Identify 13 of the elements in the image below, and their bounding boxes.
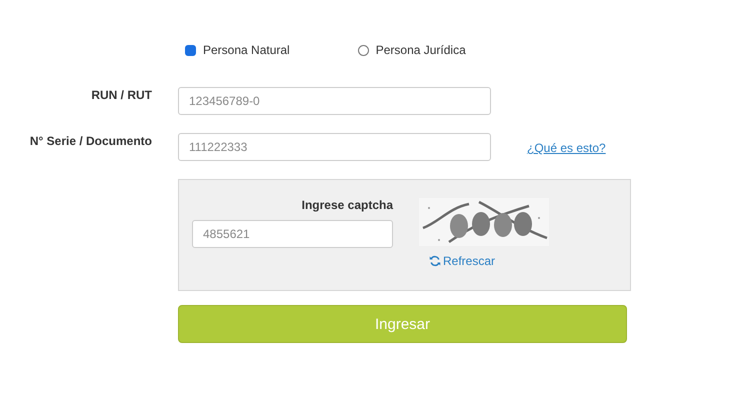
refresh-icon xyxy=(429,255,441,267)
captcha-input[interactable]: 4855621 xyxy=(192,220,393,248)
radio-label[interactable]: Persona Natural xyxy=(203,43,290,57)
captcha-label: Ingrese captcha xyxy=(302,198,393,212)
field-label: RUN / RUT xyxy=(90,87,152,102)
input-field[interactable]: 111222333 xyxy=(178,133,491,161)
field-label: N° Serie / Documento xyxy=(28,133,152,148)
help-link[interactable]: ¿Qué es esto? xyxy=(527,141,606,155)
radio-button[interactable] xyxy=(185,44,196,56)
input-field[interactable]: 123456789-0 xyxy=(178,87,491,115)
radio-label[interactable]: Persona Jurídica xyxy=(376,43,466,57)
refresh-link[interactable]: Refrescar xyxy=(429,254,549,268)
radio-button[interactable] xyxy=(358,44,369,56)
